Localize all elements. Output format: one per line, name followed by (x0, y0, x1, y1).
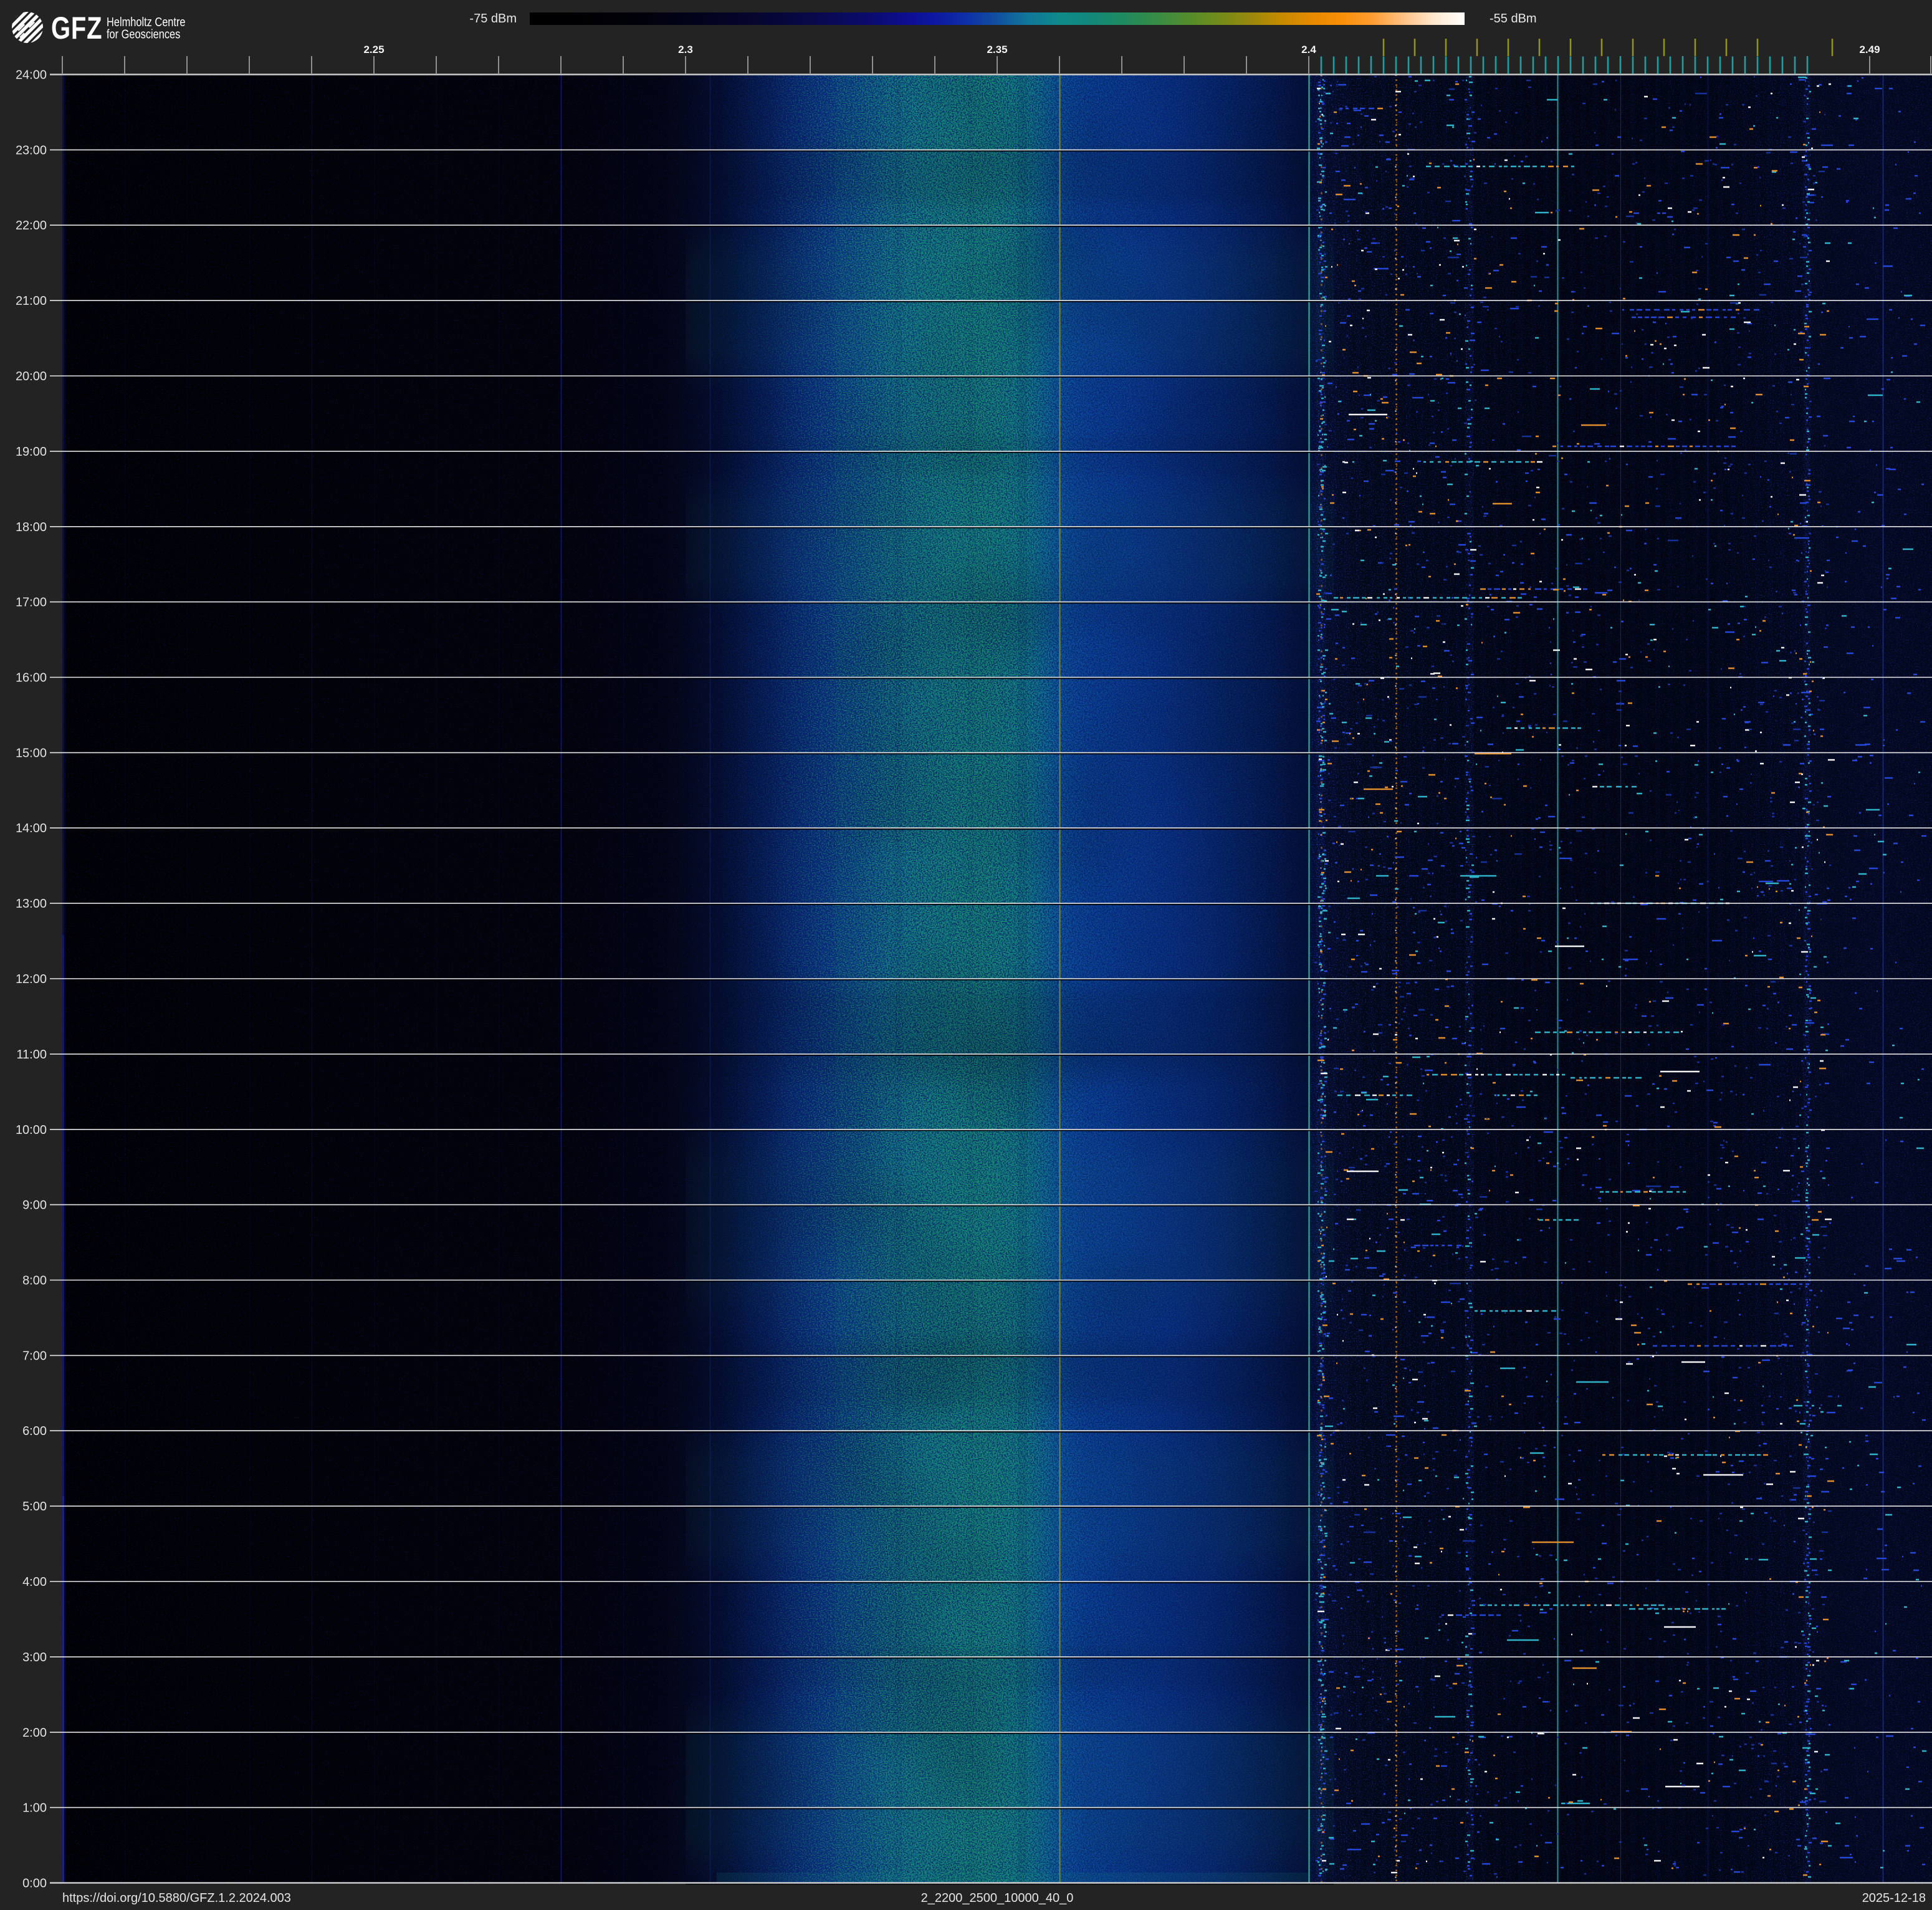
svg-text:22:00: 22:00 (16, 219, 47, 233)
svg-text:8:00: 8:00 (22, 1274, 47, 1288)
svg-text:6:00: 6:00 (22, 1424, 47, 1438)
svg-text:2.49: 2.49 (1859, 44, 1880, 55)
svg-text:23:00: 23:00 (16, 143, 47, 157)
svg-text:20:00: 20:00 (16, 370, 47, 383)
svg-text:3:00: 3:00 (22, 1651, 47, 1664)
svg-text:4:00: 4:00 (22, 1575, 47, 1589)
svg-text:2:00: 2:00 (22, 1726, 47, 1740)
svg-text:https://doi.org/10.5880/GFZ.1.: https://doi.org/10.5880/GFZ.1.2.2024.003 (62, 1891, 291, 1905)
svg-text:15:00: 15:00 (16, 746, 47, 760)
svg-text:11:00: 11:00 (16, 1048, 47, 1062)
svg-text:17:00: 17:00 (16, 596, 47, 610)
svg-text:18:00: 18:00 (16, 521, 47, 534)
svg-text:12:00: 12:00 (16, 972, 47, 986)
svg-text:1:00: 1:00 (22, 1802, 47, 1815)
svg-text:9:00: 9:00 (22, 1199, 47, 1212)
svg-text:-55 dBm: -55 dBm (1490, 12, 1537, 26)
svg-text:19:00: 19:00 (16, 445, 47, 459)
svg-text:14:00: 14:00 (16, 822, 47, 835)
svg-text:2.25: 2.25 (363, 44, 384, 55)
svg-text:13:00: 13:00 (16, 897, 47, 911)
svg-text:2.3: 2.3 (678, 44, 693, 55)
svg-text:7:00: 7:00 (22, 1349, 47, 1363)
svg-text:for Geosciences: for Geosciences (107, 27, 180, 41)
svg-text:2025-12-18: 2025-12-18 (1862, 1891, 1926, 1905)
svg-text:2.4: 2.4 (1301, 44, 1316, 55)
svg-text:2.35: 2.35 (987, 44, 1007, 55)
svg-text:21:00: 21:00 (16, 294, 47, 308)
svg-text:-75 dBm: -75 dBm (469, 12, 517, 26)
svg-text:GFZ: GFZ (51, 11, 102, 46)
svg-text:2_2200_2500_10000_40_0: 2_2200_2500_10000_40_0 (921, 1891, 1074, 1905)
svg-text:16:00: 16:00 (16, 671, 47, 685)
svg-text:0:00: 0:00 (22, 1877, 47, 1891)
svg-text:10:00: 10:00 (16, 1123, 47, 1137)
svg-text:24:00: 24:00 (16, 69, 47, 82)
svg-text:5:00: 5:00 (22, 1500, 47, 1514)
